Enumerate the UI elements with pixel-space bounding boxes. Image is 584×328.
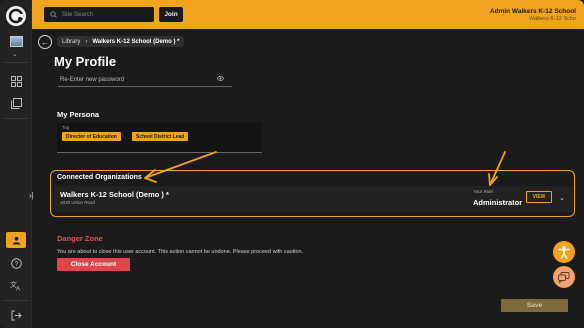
arrow-left-icon: ←	[41, 37, 49, 47]
sidebar-divider	[4, 118, 28, 119]
persona-tag[interactable]: School District Lead	[132, 132, 189, 141]
org-row[interactable]: Walkers K-12 School (Demo ) * 4839 Union…	[55, 186, 573, 212]
org-avatar[interactable]	[10, 36, 23, 47]
save-button[interactable]: Save	[501, 299, 568, 312]
annotation-arrows	[144, 151, 506, 186]
breadcrumb-library[interactable]: Library	[62, 39, 80, 45]
help-icon[interactable]: ?	[9, 256, 23, 270]
join-button[interactable]: Join	[159, 7, 183, 22]
back-button[interactable]: ←	[38, 35, 52, 49]
reenter-password-field[interactable]: Re-Enter new password	[58, 73, 232, 87]
logout-icon[interactable]	[9, 308, 23, 322]
svg-text:?: ?	[14, 261, 18, 268]
role-label: Your Role:	[473, 189, 495, 194]
breadcrumb: Library › Walkers K-12 School (Demo ) *	[57, 36, 185, 47]
user-name[interactable]: Admin Walkers K-12 School	[490, 8, 576, 15]
view-button[interactable]: VIEW	[526, 191, 552, 203]
persona-tag-field[interactable]: Tag Director of Education School Distric…	[57, 122, 262, 153]
danger-zone-text: You are about to close this user account…	[57, 249, 304, 255]
danger-zone-title: Danger Zone	[57, 234, 103, 243]
svg-text:A: A	[16, 286, 20, 291]
connected-orgs-title: Connected Organizations	[57, 174, 142, 181]
search-input[interactable]: Site Search	[44, 7, 154, 22]
eye-icon[interactable]	[216, 76, 225, 83]
persona-tag[interactable]: Director of Education	[62, 132, 121, 141]
breadcrumb-current: Walkers K-12 School (Demo ) *	[92, 38, 180, 45]
search-placeholder: Site Search	[62, 11, 94, 18]
app-logo-icon[interactable]	[6, 6, 26, 26]
expand-icon[interactable]: ›|	[29, 191, 34, 200]
tag-label: Tag	[62, 125, 70, 130]
org-address: 4839 Union Road	[60, 200, 96, 205]
sidebar: ⌄ ? 文A	[0, 0, 32, 328]
sidebar-divider	[4, 300, 28, 301]
dashboard-icon[interactable]	[9, 74, 23, 88]
role-value: Administrator	[473, 198, 523, 207]
translate-icon[interactable]: 文A	[9, 278, 23, 292]
user-org: Walkers K-12 Scho	[529, 16, 576, 22]
chevron-down-icon[interactable]: ⌄	[559, 194, 565, 202]
page-title: My Profile	[54, 54, 117, 69]
password-label: Re-Enter new password	[60, 76, 125, 83]
chat-icon[interactable]	[553, 266, 575, 288]
persona-title: My Persona	[57, 110, 100, 119]
top-header: Site Search Join Admin Walkers K-12 Scho…	[32, 0, 584, 29]
library-icon[interactable]	[9, 96, 23, 110]
accessibility-icon[interactable]	[553, 241, 575, 263]
org-name: Walkers K-12 School (Demo ) *	[60, 190, 169, 199]
sidebar-divider	[4, 62, 28, 63]
close-account-button[interactable]: Close Account	[57, 258, 130, 271]
profile-icon[interactable]	[6, 232, 26, 248]
breadcrumb-separator: ›	[85, 38, 88, 45]
chevron-down-icon[interactable]: ⌄	[12, 50, 18, 58]
search-icon	[50, 11, 57, 18]
app-window: ⌄ ? 文A ›| Site Search Join Admin Walkers…	[0, 0, 584, 328]
